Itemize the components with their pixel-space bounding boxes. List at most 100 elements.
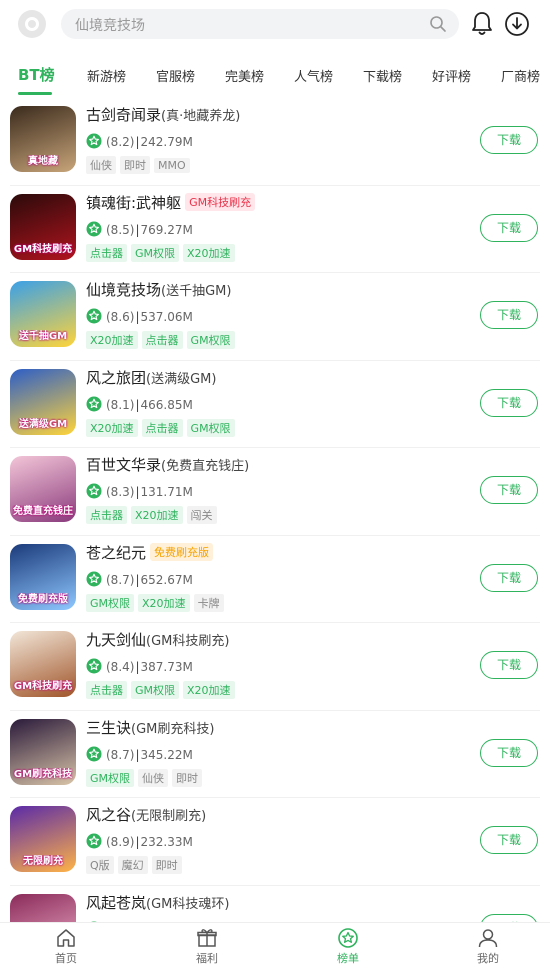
rating-score: (8.3) — [106, 485, 135, 499]
game-icon[interactable]: 无限刷充 — [10, 806, 76, 872]
rating-score: (8.4) — [106, 660, 135, 674]
game-icon-banner: GM科技刷充 — [13, 243, 73, 255]
game-title[interactable]: 三生诀(GM刷充科技) — [86, 717, 214, 738]
game-icon-banner: 真地藏 — [28, 156, 58, 167]
game-name: 风之谷 — [86, 806, 132, 824]
nav-rankings[interactable]: 榜单 — [318, 927, 378, 966]
meta-divider: | — [135, 397, 140, 412]
download-button[interactable]: 下载 — [480, 126, 538, 154]
download-manager-icon[interactable] — [504, 11, 530, 37]
list-item[interactable]: 免费直充钱庄 百世文华录(免费直充钱庄) (8.3)|131.71M 点击器 X20加速… — [0, 448, 550, 536]
game-title[interactable]: 镇魂街:武神躯 GM科技刷充 — [86, 192, 256, 213]
user-icon — [478, 929, 498, 948]
list-item[interactable]: 真地藏 古剑奇闻录(真·地藏养龙) (8.2)|242.79M 仙侠 即时 MMO 下载 — [0, 98, 550, 186]
game-icon-banner: 送满级GM — [18, 418, 68, 430]
game-title[interactable]: 九天剑仙(GM科技刷充) — [86, 629, 229, 650]
tag-chip: 点击器 — [86, 681, 127, 699]
game-title[interactable]: 古剑奇闻录(真·地藏养龙) — [86, 104, 240, 125]
tag-list: X20加速 点击器 GM权限 — [86, 417, 239, 437]
star-icon — [86, 483, 102, 499]
tag-list: X20加速 点击器 GM权限 — [86, 329, 239, 349]
rating-score: (8.7) — [106, 747, 135, 762]
download-button[interactable]: 下载 — [480, 301, 538, 329]
tag-chip: 点击器 — [141, 331, 183, 349]
bottom-nav: 首页 福利 榜单 我的 — [0, 922, 550, 970]
tag-chip: X20加速 — [183, 243, 235, 262]
star-icon — [86, 221, 102, 236]
game-title[interactable]: 风起苍岚(GM科技魂环) — [86, 892, 229, 913]
nav-home[interactable]: 首页 — [36, 927, 96, 966]
tag-chip: GM权限 — [131, 243, 180, 262]
gift-icon — [197, 929, 217, 947]
tab-top-rated[interactable]: 好评榜 — [432, 66, 471, 85]
tab-vendors[interactable]: 厂商榜 — [501, 66, 540, 85]
file-size: 242.79M — [140, 135, 193, 149]
game-title[interactable]: 仙境竞技场(送千抽GM) — [86, 279, 231, 300]
bell-icon[interactable] — [470, 11, 494, 37]
download-button[interactable]: 下载 — [480, 476, 538, 504]
tab-bt[interactable]: BT榜 — [18, 64, 55, 85]
list-item[interactable]: GM刷充科技 三生诀(GM刷充科技) (8.7)|345.22M GM权限 仙侠 即时 下载 — [0, 711, 550, 798]
game-title[interactable]: 风之谷(无限制刷充) — [86, 804, 206, 825]
meta-divider: | — [135, 572, 140, 587]
tab-perfect[interactable]: 完美榜 — [225, 66, 264, 85]
file-size: 652.67M — [140, 572, 193, 587]
game-subtitle: (GM科技刷充) — [146, 634, 230, 649]
promo-badge: 免费刷充版 — [150, 542, 214, 561]
game-icon[interactable]: 送千抽GM — [10, 281, 76, 347]
tag-chip: GM权限 — [86, 593, 135, 612]
file-size: 769.27M — [140, 222, 193, 237]
game-title[interactable]: 风之旅团(送满级GM) — [86, 367, 216, 388]
list-item[interactable]: 免费刷充版 苍之纪元 免费刷充版 (8.7)|652.67M GM权限 X20加速 卡牌 下载 — [0, 536, 550, 623]
meta-divider: | — [135, 222, 140, 237]
download-button[interactable]: 下载 — [480, 826, 538, 854]
tab-downloads[interactable]: 下载榜 — [363, 66, 402, 85]
list-item[interactable]: GM科技刷充 镇魂街:武神躯 GM科技刷充 (8.5)|769.27M 点击器 GM权限 X… — [0, 186, 550, 273]
nav-profile[interactable]: 我的 — [458, 927, 518, 966]
list-item[interactable]: GM科技刷充 九天剑仙(GM科技刷充) (8.4)|387.73M 点击器 GM权限 X2… — [0, 623, 550, 711]
game-name: 镇魂街:武神躯 — [86, 193, 182, 212]
search-icon[interactable] — [429, 15, 447, 33]
tag-chip: GM权限 — [186, 418, 235, 437]
tag-chip: X20加速 — [183, 681, 235, 699]
tag-list: 点击器 GM权限 X20加速 — [86, 679, 239, 699]
game-icon[interactable]: GM刷充科技 — [10, 718, 76, 785]
download-button[interactable]: 下载 — [480, 738, 538, 767]
rating-row: (8.7)|345.22M — [86, 744, 193, 762]
game-title[interactable]: 百世文华录(免费直充钱庄) — [86, 454, 249, 475]
search-box[interactable]: 仙境竞技场 — [61, 9, 459, 39]
list-item[interactable]: 送满级GM 风之旅团(送满级GM) (8.1)|466.85M X20加速 点击器 GM权… — [0, 361, 550, 448]
game-icon[interactable]: GM科技刷充 — [10, 193, 76, 260]
nav-welfare[interactable]: 福利 — [177, 927, 237, 966]
download-button[interactable]: 下载 — [480, 388, 538, 417]
tab-official[interactable]: 官服榜 — [156, 66, 195, 85]
game-icon[interactable]: 真地藏 — [10, 106, 76, 172]
meta-divider: | — [135, 747, 140, 762]
rating-row: (8.3)|131.71M — [86, 481, 193, 499]
tag-chip: X20加速 — [131, 506, 183, 524]
game-subtitle: (无限制刷充) — [131, 809, 207, 824]
game-icon[interactable]: 免费刷充版 — [10, 543, 76, 610]
meta-divider: | — [135, 135, 140, 149]
tab-new-games[interactable]: 新游榜 — [87, 66, 126, 85]
tag-chip: X20加速 — [138, 593, 190, 612]
download-button[interactable]: 下载 — [480, 213, 538, 242]
tag-list: 点击器 GM权限 X20加速 — [86, 242, 239, 262]
game-subtitle: (送满级GM) — [146, 371, 217, 387]
meta-divider: | — [135, 310, 140, 324]
download-button[interactable]: 下载 — [480, 651, 538, 679]
game-name: 古剑奇闻录 — [86, 106, 162, 124]
star-icon — [86, 833, 102, 849]
list-item[interactable]: 送千抽GM 仙境竞技场(送千抽GM) (8.6)|537.06M X20加速 点击器 GM… — [0, 273, 550, 361]
game-title[interactable]: 苍之纪元 免费刷充版 — [86, 542, 214, 563]
game-icon[interactable]: 送满级GM — [10, 368, 76, 435]
list-item[interactable]: 无限刷充 风之谷(无限制刷充) (8.9)|232.33M Q版 魔幻 即时 下载 — [0, 798, 550, 886]
game-icon[interactable]: 免费直充钱庄 — [10, 456, 76, 522]
tab-popular[interactable]: 人气榜 — [294, 66, 333, 85]
download-button[interactable]: 下载 — [480, 563, 538, 592]
game-name: 仙境竞技场 — [86, 281, 162, 299]
app-logo[interactable] — [18, 10, 46, 38]
game-icon[interactable]: GM科技刷充 — [10, 631, 76, 697]
game-subtitle: (免费直充钱庄) — [161, 459, 250, 474]
rating-score: (8.2) — [106, 135, 135, 149]
